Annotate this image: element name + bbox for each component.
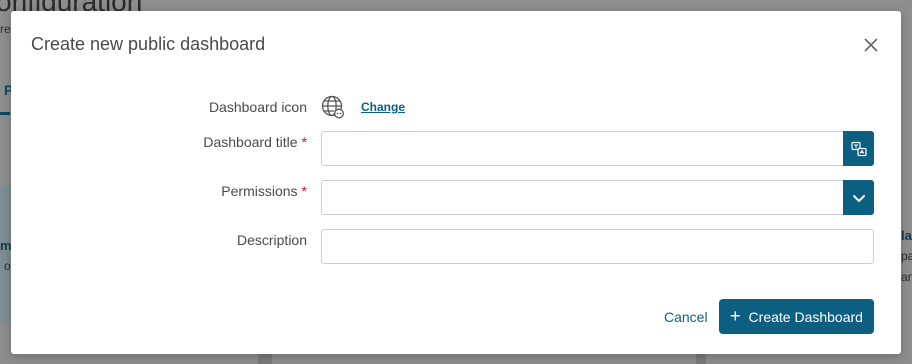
required-mark: * <box>301 183 307 199</box>
chevron-down-icon <box>852 194 865 202</box>
plus-icon: + <box>730 305 741 326</box>
permissions-dropdown-button[interactable] <box>843 180 874 215</box>
globe-icon <box>321 95 344 119</box>
cancel-button[interactable]: Cancel <box>664 309 708 325</box>
close-icon <box>864 38 878 52</box>
description-label: Description <box>236 232 307 248</box>
dashboard-title-label: Dashboard title * <box>203 134 307 150</box>
dashboard-title-field <box>321 131 874 166</box>
background-card-right-text: an <box>901 270 912 284</box>
required-mark: * <box>301 134 307 150</box>
permissions-label: Permissions * <box>221 183 307 199</box>
dashboard-icon-picker: Change <box>321 95 405 119</box>
background-card-right-title: la <box>901 228 912 243</box>
close-button[interactable] <box>863 37 879 53</box>
change-icon-link[interactable]: Change <box>361 100 405 114</box>
background-card-right-text: pa <box>901 249 912 263</box>
page-subtitle: re <box>0 22 11 36</box>
translate-button[interactable] <box>843 131 874 166</box>
create-dashboard-button[interactable]: + Create Dashboard <box>719 299 874 334</box>
permissions-value[interactable] <box>321 180 844 215</box>
create-dashboard-label: Create Dashboard <box>748 308 863 325</box>
dashboard-icon-label: Dashboard icon <box>208 99 307 115</box>
translate-icon <box>850 141 867 156</box>
dashboard-title-input[interactable] <box>321 131 844 166</box>
background-card-left-text: o <box>4 259 11 273</box>
background-card-left-title: m <box>0 238 12 253</box>
permissions-select[interactable] <box>321 180 874 215</box>
description-input[interactable] <box>321 229 874 264</box>
modal-title: Create new public dashboard <box>31 34 266 54</box>
create-dashboard-modal: Create new public dashboard Dashboard ic… <box>11 11 901 354</box>
tab-underline <box>0 112 10 115</box>
